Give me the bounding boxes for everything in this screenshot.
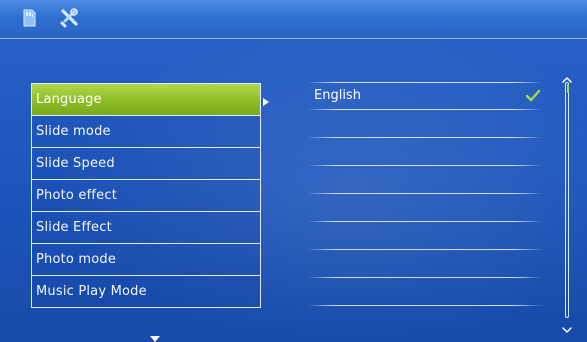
memory-card-icon[interactable] [18,7,40,29]
scroll-track[interactable] [565,82,569,318]
option-row[interactable] [307,110,543,138]
menu-item-label: Slide mode [36,124,111,139]
settings-screen: Language Slide mode Slide Speed Photo ef… [0,0,587,342]
menu-item-label: Slide Effect [36,220,112,235]
check-icon [525,87,541,103]
top-bar [0,0,587,39]
menu-item-slide-speed[interactable]: Slide Speed [31,148,261,180]
option-row-english[interactable]: English [307,82,543,110]
option-row[interactable] [307,278,543,306]
menu-item-label: Photo mode [36,252,117,267]
option-label: English [314,88,361,103]
menu-item-label: Music Play Mode [36,284,147,299]
chevron-right-icon[interactable] [263,98,269,106]
menu-item-label: Language [36,92,102,107]
menu-item-photo-mode[interactable]: Photo mode [31,244,261,276]
scroll-up-icon[interactable] [562,70,572,83]
settings-menu: Language Slide mode Slide Speed Photo ef… [31,83,261,308]
vertical-scrollbar[interactable] [560,70,574,333]
menu-item-language[interactable]: Language [31,84,261,116]
option-row[interactable] [307,194,543,222]
menu-item-slide-mode[interactable]: Slide mode [31,116,261,148]
scroll-down-icon[interactable] [562,320,572,333]
option-row[interactable] [307,222,543,250]
option-row[interactable] [307,166,543,194]
menu-item-label: Slide Speed [36,156,115,171]
menu-item-slide-effect[interactable]: Slide Effect [31,212,261,244]
option-row[interactable] [307,250,543,278]
menu-item-music-play-mode[interactable]: Music Play Mode [31,276,261,308]
chevron-down-icon[interactable] [150,336,160,342]
scroll-thumb[interactable] [567,84,569,94]
tools-icon[interactable] [58,7,80,29]
option-list: English [307,82,543,306]
option-row[interactable] [307,138,543,166]
menu-item-photo-effect[interactable]: Photo effect [31,180,261,212]
menu-item-label: Photo effect [36,188,118,203]
